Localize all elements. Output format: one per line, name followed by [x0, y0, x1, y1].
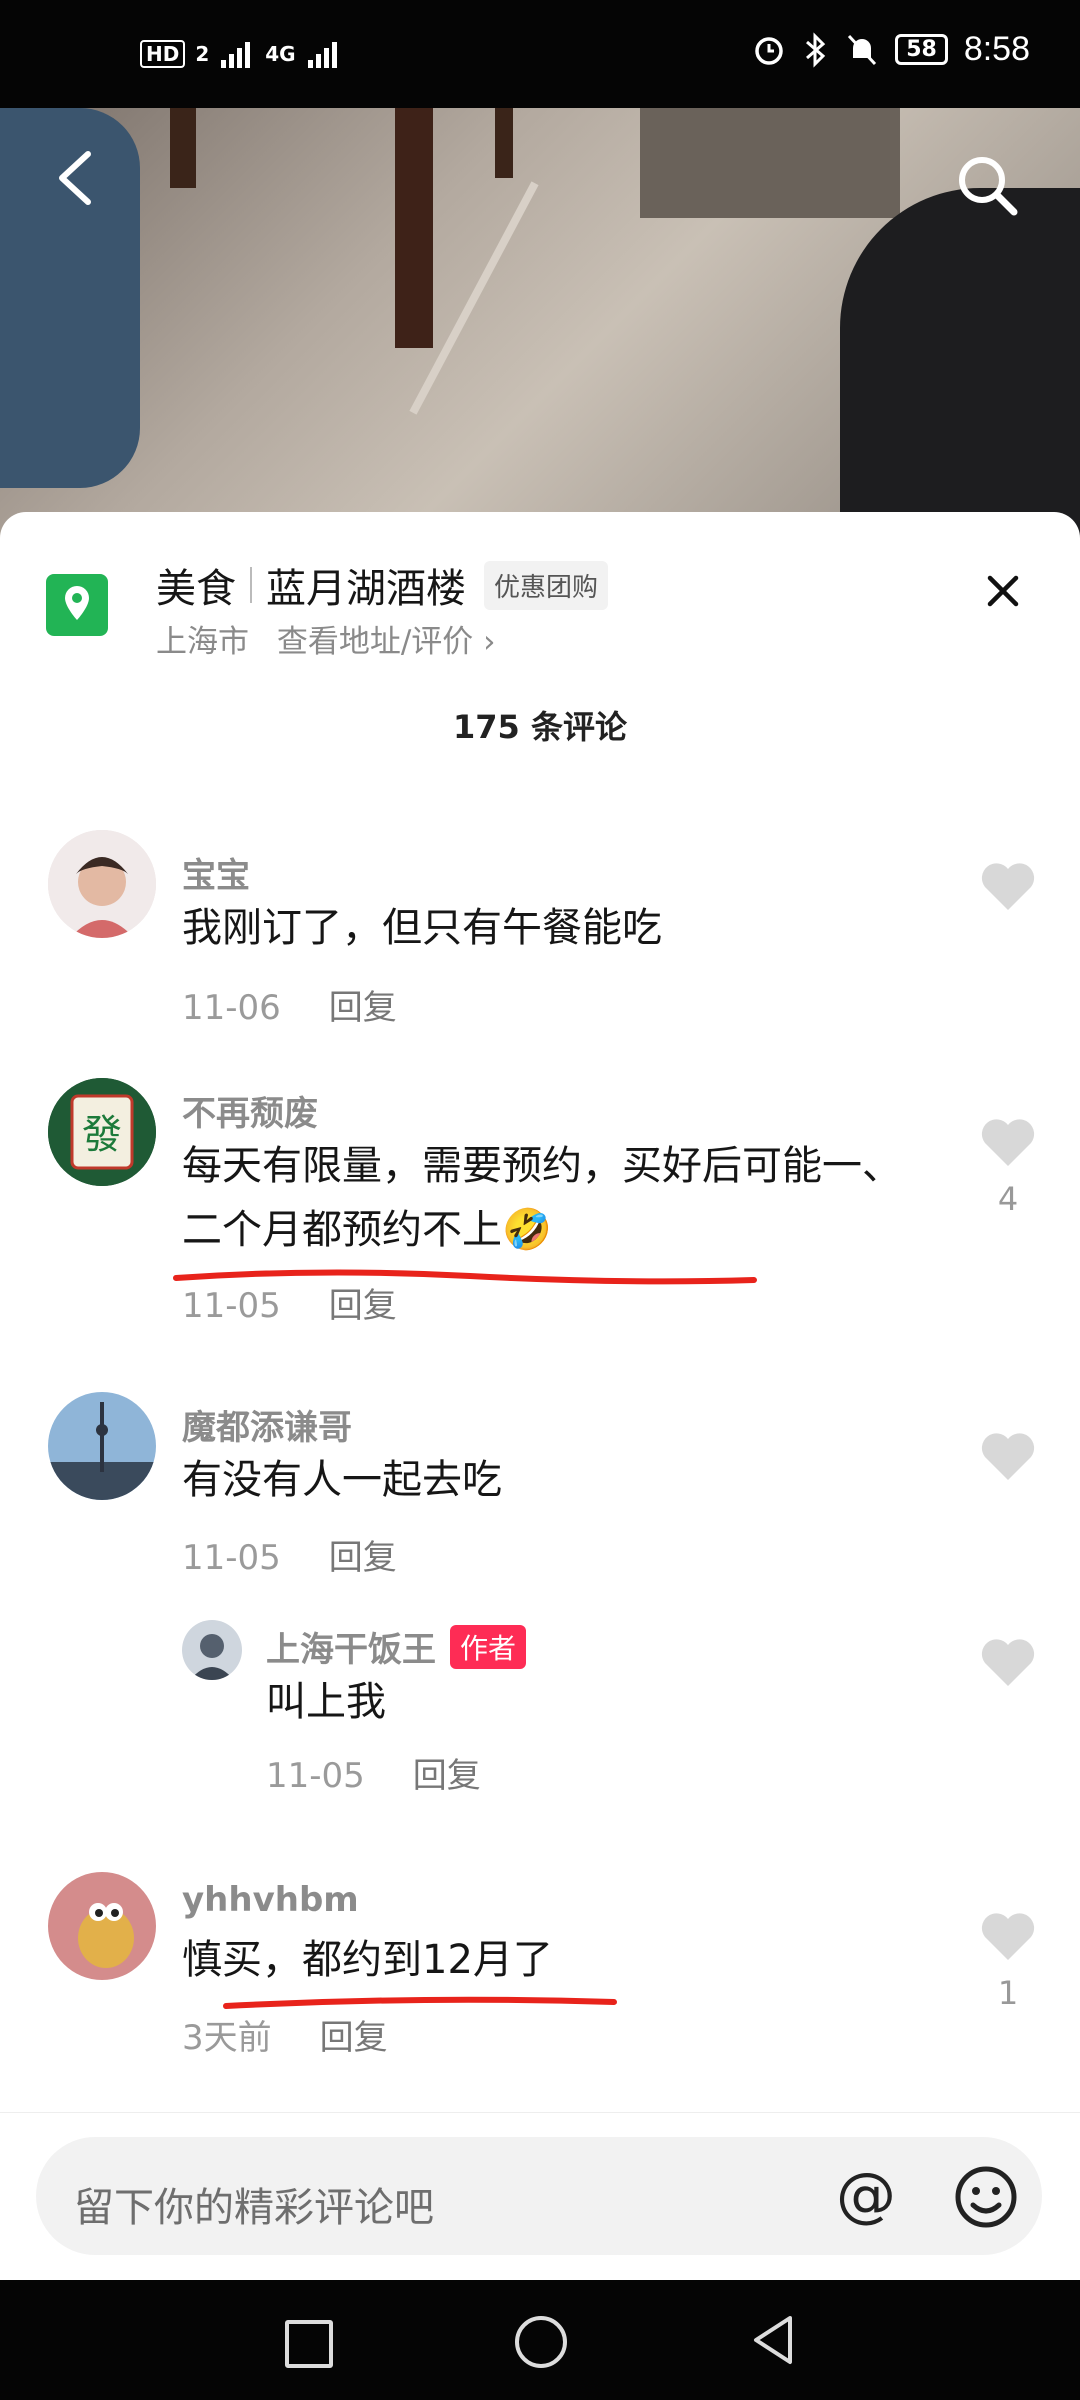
avatar[interactable]	[48, 1872, 156, 1980]
alarm-icon	[755, 36, 783, 65]
network-type: 4G	[265, 42, 296, 66]
comment-username[interactable]: 宝宝	[182, 848, 250, 897]
reply-button[interactable]: 回复	[329, 1538, 397, 1578]
comment-text: 有没有人一起去吃	[182, 1457, 502, 1503]
heart-icon	[981, 1639, 1035, 1686]
like-count: 1	[997, 1974, 1019, 2012]
location-pin-icon	[46, 574, 108, 636]
avatar[interactable]: 發	[48, 1078, 156, 1186]
avatar[interactable]	[48, 1392, 156, 1500]
navigation-bar	[0, 2280, 1080, 2400]
comment-input-bar: 留下你的精彩评论吧 @	[0, 2112, 1080, 2281]
svg-text:發: 發	[82, 1112, 122, 1158]
search-icon[interactable]	[952, 150, 1022, 220]
poi-title: 美食 蓝月湖酒楼 优惠团购	[156, 556, 609, 614]
avatar[interactable]	[182, 1620, 242, 1680]
hd-icon: HD	[140, 40, 186, 68]
like-button[interactable]: 1	[978, 1910, 1038, 2012]
reply-button[interactable]: 回复	[413, 1756, 481, 1796]
nav-back-icon[interactable]	[748, 2312, 798, 2368]
comment-username[interactable]: 不再颓废	[182, 1086, 318, 1135]
comment-date: 11-06	[182, 988, 281, 1028]
clock: 8:58	[963, 30, 1030, 68]
avatar[interactable]	[48, 830, 156, 938]
comment-date: 11-05	[182, 1538, 281, 1578]
like-button[interactable]	[978, 1430, 1038, 1494]
poi-city: 上海市	[156, 624, 249, 660]
comment-text: 叫上我	[266, 1679, 386, 1725]
heart-icon	[981, 1913, 1035, 1960]
comment-meta: 11-05 回复	[182, 1530, 397, 1579]
heart-icon	[981, 1433, 1035, 1480]
home-button[interactable]	[515, 2316, 567, 2368]
heart-icon	[981, 863, 1035, 910]
signal-icon-2	[307, 42, 337, 68]
like-count: 4	[997, 1180, 1019, 1218]
mention-icon[interactable]: @	[826, 2157, 906, 2237]
svg-text:@: @	[836, 2160, 896, 2230]
signal-icon	[221, 42, 251, 68]
comment-text: 慎买，都约到12月了	[182, 1937, 553, 1983]
sim-slot: 2	[195, 42, 210, 66]
red-underline-annotation	[173, 1269, 757, 1285]
close-icon[interactable]	[976, 564, 1030, 618]
author-badge: 作者	[450, 1624, 527, 1669]
reply-user[interactable]: 上海干饭王	[266, 1622, 436, 1671]
comments-count: 175 条评论	[453, 708, 627, 746]
comment-username[interactable]: 魔都添谦哥	[182, 1400, 352, 1449]
status-bar: HD 2 4G 58 8:58	[0, 0, 1080, 108]
heart-icon	[981, 1119, 1035, 1166]
comment-date: 3天前	[182, 2018, 272, 2058]
comment-meta: 11-05 回复	[266, 1748, 481, 1797]
poi-category: 美食	[156, 566, 236, 612]
like-button[interactable]	[978, 860, 1038, 924]
back-icon[interactable]	[50, 148, 100, 208]
recents-button[interactable]	[285, 2320, 333, 2368]
reply-username: 上海干饭王 作者	[266, 1622, 527, 1671]
mute-icon	[848, 34, 877, 65]
comment-input-placeholder: 留下你的精彩评论吧	[74, 2185, 434, 2231]
bluetooth-icon	[806, 31, 826, 68]
poi-name: 蓝月湖酒楼	[266, 566, 466, 612]
comment-text: 我刚订了，但只有午餐能吃	[182, 905, 662, 951]
comment-input[interactable]: 留下你的精彩评论吧 @	[36, 2137, 1042, 2255]
like-button[interactable]: 4	[978, 1116, 1038, 1218]
comment-meta: 11-06 回复	[182, 980, 397, 1029]
comment-sheet: 美食 蓝月湖酒楼 优惠团购 上海市 查看地址/评价 › 175 条评论 宝宝 我…	[0, 512, 1080, 2112]
video-background	[0, 108, 1080, 538]
poi-header[interactable]: 美食 蓝月湖酒楼 优惠团购 上海市 查看地址/评价 ›	[0, 512, 1080, 672]
emoji-icon[interactable]	[946, 2157, 1026, 2237]
poi-subtitle: 上海市 查看地址/评价 ›	[156, 616, 496, 661]
battery-icon: 58	[895, 34, 948, 65]
red-underline-annotation	[223, 1996, 617, 2009]
reply-button[interactable]: 回复	[329, 988, 397, 1028]
like-button[interactable]	[978, 1636, 1038, 1700]
comment-username[interactable]: yhhvhbm	[182, 1880, 359, 1920]
reply-button[interactable]: 回复	[320, 2018, 388, 2058]
poi-address-link[interactable]: 查看地址/评价 ›	[277, 624, 496, 660]
group-buy-tag: 优惠团购	[484, 560, 609, 610]
comment-text: 每天有限量，需要预约，买好后可能一、二个月都预约不上🤣	[182, 1143, 902, 1253]
comment-date: 11-05	[266, 1756, 365, 1796]
